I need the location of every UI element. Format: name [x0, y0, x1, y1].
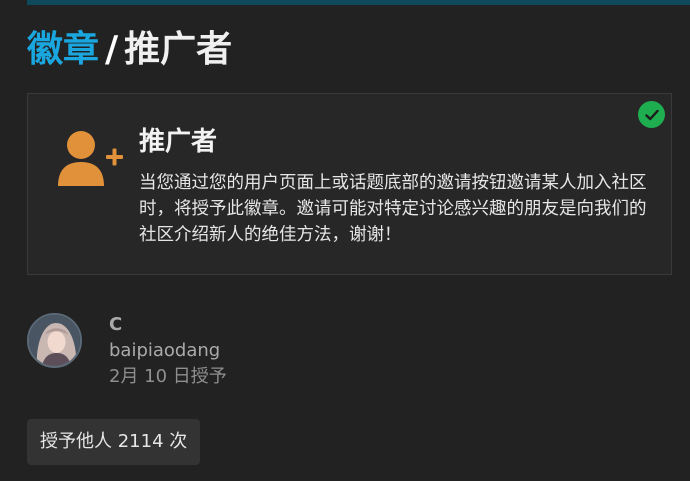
grant-date: 2月 10 日授予 — [109, 366, 227, 387]
username[interactable]: baipiaodang — [109, 340, 220, 362]
granted-count-button[interactable]: 授予他人 2114 次 — [27, 419, 201, 465]
breadcrumb-current: 推广者 — [124, 29, 233, 70]
badge-title: 推广者 — [139, 127, 218, 157]
user-display-name[interactable]: C — [109, 314, 122, 336]
badge-description: 当您通过您的用户页面上或话题底部的邀请按钮邀请某人加入社区时，将授予此徽章。邀请… — [139, 173, 647, 245]
granted-check-icon — [638, 101, 665, 128]
badge-card: 推广者 当您通过您的用户页面上或话题底部的邀请按钮邀请某人加入社区时，将授予此徽… — [27, 93, 672, 275]
top-accent-bar — [27, 0, 690, 5]
user-plus-icon — [56, 128, 124, 188]
breadcrumb-badges-link[interactable]: 徽章 — [27, 29, 99, 70]
avatar[interactable] — [27, 313, 82, 368]
breadcrumb-separator: / — [105, 29, 119, 70]
page-title: 徽章 / 推广者 — [27, 28, 232, 72]
